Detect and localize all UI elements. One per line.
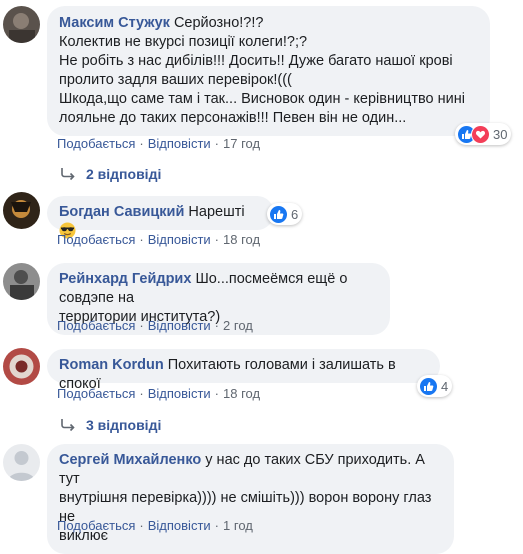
- comment-actions: Подобається · Відповісти · 17 год: [57, 136, 260, 151]
- separator: ·: [139, 386, 144, 401]
- comment-author[interactable]: Рейнхард Гейдрих: [59, 271, 191, 287]
- comment-bubble: Максим Стужук Серйозно!?!? Колектив не в…: [47, 6, 490, 136]
- comment-bubble: Богдан Савицкий Нарешті: [47, 196, 274, 239]
- like-link[interactable]: Подобається: [57, 232, 135, 247]
- reply-link[interactable]: Відповісти: [148, 318, 211, 333]
- reply-link[interactable]: Відповісти: [148, 518, 211, 533]
- timestamp[interactable]: 18 год: [223, 386, 260, 401]
- comment-text: Шкода,що саме там і так... Висновок один…: [59, 91, 465, 107]
- comment-text: Серйозно!?!?: [173, 15, 264, 31]
- comment-author[interactable]: Сергей Михайленко: [59, 452, 201, 468]
- comment-text: лояльне до таких персонажів!!! Певен він…: [59, 110, 407, 126]
- comment-text: пролито задля ваших перевірок!(((: [59, 72, 292, 88]
- reaction-summary[interactable]: 6: [267, 203, 303, 225]
- separator: ·: [139, 318, 144, 333]
- separator: ·: [139, 232, 144, 247]
- reply-link[interactable]: Відповісти: [148, 232, 211, 247]
- comment-author[interactable]: Максим Стужук: [59, 15, 170, 31]
- separator: ·: [214, 386, 220, 401]
- comment-text: Колектив не вкурсі позиції колеги!?;?: [59, 34, 308, 50]
- separator: ·: [214, 518, 220, 533]
- view-replies-link[interactable]: 3 відповіді: [60, 417, 161, 433]
- like-link[interactable]: Подобається: [57, 386, 135, 401]
- like-icon: [269, 204, 288, 224]
- timestamp[interactable]: 1 год: [223, 518, 253, 533]
- replies-count-label: 3 відповіді: [86, 417, 162, 433]
- love-icon: [471, 124, 490, 144]
- comment-actions: Подобається · Відповісти · 2 год: [57, 318, 253, 333]
- like-icon: [419, 376, 438, 396]
- avatar[interactable]: [3, 192, 40, 229]
- reaction-summary[interactable]: 30: [455, 123, 512, 145]
- like-link[interactable]: Подобається: [57, 136, 135, 151]
- avatar[interactable]: [3, 348, 40, 385]
- comment-bubble: Roman Kordun Похитають головами і залиша…: [47, 349, 440, 392]
- comment-actions: Подобається · Відповісти · 18 год: [57, 386, 260, 401]
- timestamp[interactable]: 17 год: [223, 136, 260, 151]
- comment-author[interactable]: Богдан Савицкий: [59, 204, 184, 220]
- reaction-count: 30: [493, 126, 508, 142]
- timestamp[interactable]: 2 год: [223, 318, 253, 333]
- like-link[interactable]: Подобається: [57, 318, 135, 333]
- reply-arrow-icon: [61, 419, 75, 432]
- avatar[interactable]: [3, 444, 40, 481]
- reply-link[interactable]: Відповісти: [148, 386, 211, 401]
- avatar[interactable]: [3, 6, 40, 43]
- reaction-count: 4: [441, 378, 449, 394]
- separator: ·: [139, 518, 144, 533]
- comment-actions: Подобається · Відповісти · 1 год: [57, 518, 253, 533]
- comment-bubble: Сергей Михайленко у нас до таких СБУ при…: [47, 444, 454, 554]
- comment-text: Нарешті: [188, 204, 245, 220]
- avatar[interactable]: [3, 263, 40, 300]
- reply-link[interactable]: Відповісти: [148, 136, 211, 151]
- comment-actions: Подобається · Відповісти · 18 год: [57, 232, 260, 247]
- separator: ·: [139, 136, 144, 151]
- replies-count-label: 2 відповіді: [86, 166, 162, 182]
- reaction-summary[interactable]: 4: [417, 375, 453, 397]
- view-replies-link[interactable]: 2 відповіді: [60, 166, 161, 182]
- like-link[interactable]: Подобається: [57, 518, 135, 533]
- separator: ·: [214, 136, 220, 151]
- comment-text: Не робіть з нас дибілів!!! Досить!! Дуже…: [59, 53, 453, 69]
- separator: ·: [214, 318, 220, 333]
- reply-arrow-icon: [61, 168, 75, 181]
- reaction-count: 6: [291, 206, 299, 222]
- timestamp[interactable]: 18 год: [223, 232, 260, 247]
- comment-author[interactable]: Roman Kordun: [59, 357, 164, 373]
- separator: ·: [214, 232, 220, 247]
